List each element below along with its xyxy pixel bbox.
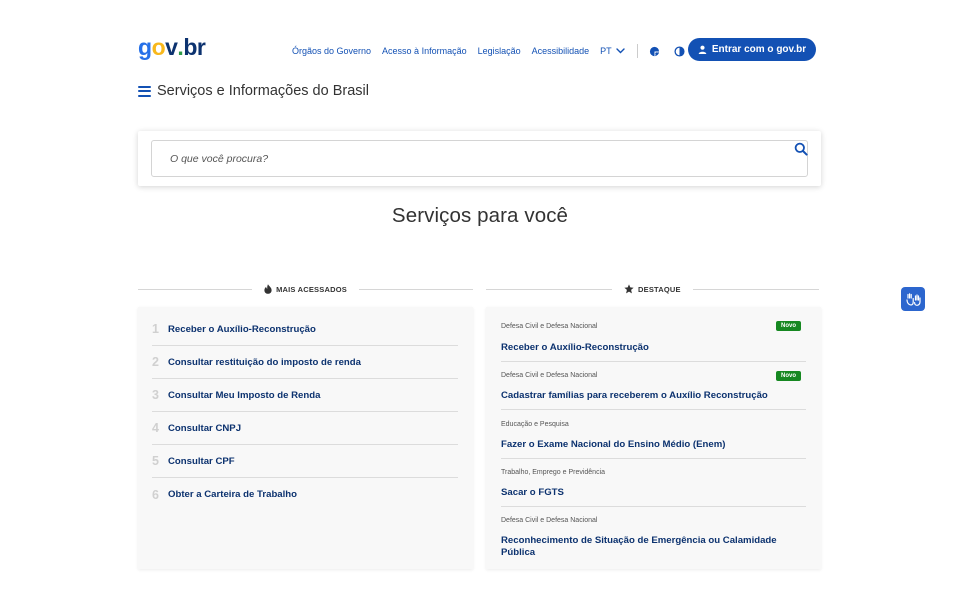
login-button[interactable]: Entrar com o gov.br <box>688 38 816 61</box>
site-menu-row: Serviços e Informações do Brasil <box>138 83 369 99</box>
user-icon <box>698 45 707 54</box>
featured-item[interactable]: Defesa Civil e Defesa Nacional Reconheci… <box>501 507 806 569</box>
featured-category: Trabalho, Emprego e Previdência <box>501 469 606 476</box>
star-icon <box>624 284 634 294</box>
featured-link[interactable]: Receber o Auxílio-Reconstrução <box>501 342 791 354</box>
fire-icon <box>264 284 272 294</box>
heading-divider <box>692 288 819 290</box>
search-button[interactable] <box>794 142 808 161</box>
vlibras-widget-button[interactable] <box>901 287 925 311</box>
rank-number: 1 <box>152 322 159 336</box>
search-field <box>151 140 808 177</box>
most-accessed-link[interactable]: Obter a Carteira de Trabalho <box>168 489 297 500</box>
new-badge: Novo <box>776 321 801 331</box>
nav-link-legislacao[interactable]: Legislação <box>478 46 521 56</box>
logo-br: br <box>183 34 206 60</box>
most-accessed-heading: MAIS ACESSADOS <box>252 284 359 294</box>
color-palette-icon <box>650 46 660 56</box>
sign-language-hands-icon <box>905 292 921 306</box>
contrast-button[interactable] <box>673 44 687 58</box>
featured-link[interactable]: Reconhecimento de Situação de Emergência… <box>501 535 791 559</box>
nav-link-acessibilidade[interactable]: Acessibilidade <box>532 46 590 56</box>
nav-link-orgaos[interactable]: Órgãos do Governo <box>292 46 371 56</box>
most-accessed-heading-row: MAIS ACESSADOS <box>138 283 473 295</box>
most-accessed-heading-label: MAIS ACESSADOS <box>276 284 347 294</box>
rank-number: 3 <box>152 388 159 402</box>
featured-link[interactable]: Sacar o FGTS <box>501 487 791 499</box>
chevron-down-icon <box>615 48 625 54</box>
most-accessed-link[interactable]: Consultar CPF <box>168 456 235 467</box>
most-accessed-item[interactable]: 4 Consultar CNPJ <box>152 412 458 445</box>
logo-o: o <box>151 34 166 60</box>
heading-divider <box>486 288 612 290</box>
rank-number: 2 <box>152 355 159 369</box>
new-badge: Novo <box>776 371 801 381</box>
login-button-label: Entrar com o gov.br <box>711 44 807 55</box>
most-accessed-item[interactable]: 1 Receber o Auxílio-Reconstrução <box>152 313 458 346</box>
most-accessed-panel: 1 Receber o Auxílio-Reconstrução 2 Consu… <box>138 307 473 569</box>
featured-category: Defesa Civil e Defesa Nacional <box>501 323 598 330</box>
search-input[interactable] <box>152 141 752 176</box>
heading-divider <box>138 288 253 290</box>
rank-number: 4 <box>152 421 159 435</box>
featured-category: Defesa Civil e Defesa Nacional <box>501 372 598 379</box>
most-accessed-link[interactable]: Consultar restituição do imposto de rend… <box>168 357 361 368</box>
featured-item[interactable]: Educação e Pesquisa Fazer o Exame Nacion… <box>501 410 806 459</box>
language-label: PT <box>600 46 612 56</box>
featured-heading: DESTAQUE <box>612 284 693 294</box>
featured-heading-row: DESTAQUE <box>486 283 821 295</box>
heading-divider <box>358 288 473 290</box>
most-accessed-link[interactable]: Receber o Auxílio-Reconstrução <box>168 324 316 335</box>
featured-category: Educação e Pesquisa <box>501 421 569 428</box>
gov-br-logo[interactable]: g o v. br <box>138 34 206 61</box>
site-title[interactable]: Serviços e Informações do Brasil <box>157 83 369 99</box>
logo-g: g <box>138 34 152 60</box>
logo-v: v <box>165 34 178 60</box>
search-icon <box>794 142 808 156</box>
section-title: Serviços para você <box>391 204 569 227</box>
hamburger-menu-icon[interactable] <box>138 85 151 97</box>
rank-number: 5 <box>152 454 159 468</box>
language-selector[interactable]: PT <box>600 46 625 56</box>
featured-heading-label: DESTAQUE <box>638 284 681 294</box>
nav-divider <box>636 44 638 58</box>
featured-item[interactable]: Defesa Civil e Defesa Nacional Novo Cada… <box>501 362 806 410</box>
most-accessed-item[interactable]: 6 Obter a Carteira de Trabalho <box>152 478 458 511</box>
search-card <box>138 131 821 186</box>
featured-link[interactable]: Fazer o Exame Nacional do Ensino Médio (… <box>501 439 791 451</box>
featured-category: Defesa Civil e Defesa Nacional <box>501 517 598 524</box>
most-accessed-item[interactable]: 5 Consultar CPF <box>152 445 458 478</box>
top-nav: Órgãos do Governo Acesso à Informação Le… <box>292 44 698 58</box>
most-accessed-item[interactable]: 2 Consultar restituição do imposto de re… <box>152 346 458 379</box>
rank-number: 6 <box>152 487 159 502</box>
nav-link-acesso-informacao[interactable]: Acesso à Informação <box>382 46 467 56</box>
most-accessed-item[interactable]: 3 Consultar Meu Imposto de Renda <box>152 379 458 412</box>
most-accessed-link[interactable]: Consultar Meu Imposto de Renda <box>168 390 320 401</box>
featured-item[interactable]: Defesa Civil e Defesa Nacional Novo Rece… <box>501 307 806 362</box>
featured-item[interactable]: Trabalho, Emprego e Previdência Sacar o … <box>501 459 806 507</box>
color-palette-button[interactable] <box>648 44 662 58</box>
contrast-icon <box>674 45 685 57</box>
featured-link[interactable]: Cadastrar famílias para receberem o Auxí… <box>501 390 791 402</box>
featured-panel: Defesa Civil e Defesa Nacional Novo Rece… <box>486 307 821 569</box>
most-accessed-link[interactable]: Consultar CNPJ <box>168 423 241 434</box>
